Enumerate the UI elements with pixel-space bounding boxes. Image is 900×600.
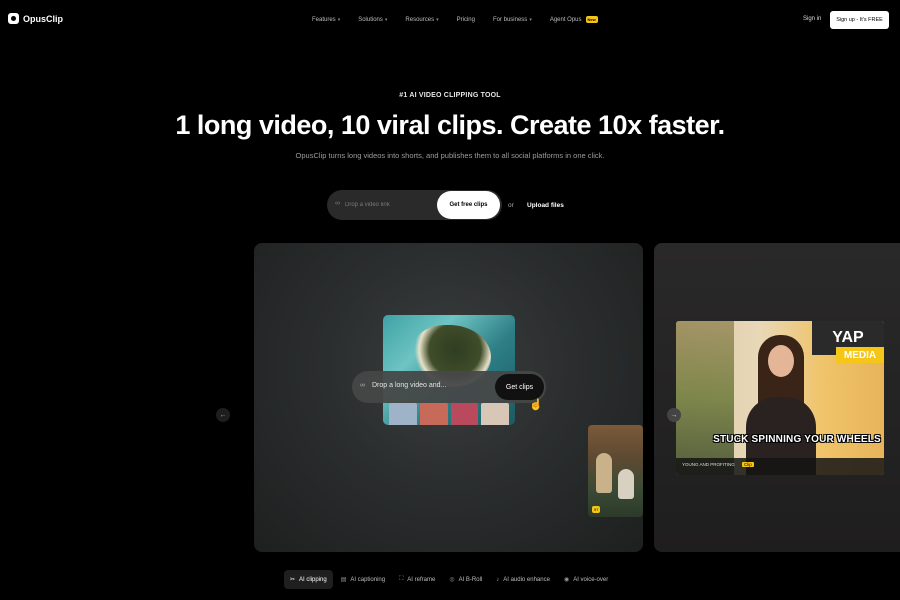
upload-files-link[interactable]: Upload files [527, 202, 564, 209]
audio-icon: ♪ [496, 576, 500, 583]
link-icon: ∞ [335, 200, 340, 207]
carousel-prev-button[interactable]: ← [216, 408, 230, 422]
or-separator: or [508, 202, 514, 209]
arrow-right-icon: → [670, 411, 678, 419]
tab-ai-b-roll[interactable]: ◎ AI B-Roll [443, 570, 488, 589]
arrow-left-icon: ← [219, 411, 227, 419]
video-caption: STUCK SPINNING YOUR WHEELS [713, 434, 881, 445]
side-clip-preview: 97 [588, 425, 643, 517]
nav-link-agent-opus[interactable]: Agent Opus New [550, 16, 598, 23]
hero-subhead: OpusClip turns long videos into shorts, … [295, 151, 605, 160]
chevron-down-icon: ▾ [436, 16, 439, 23]
broll-icon: ◎ [449, 577, 455, 583]
drop-video-bar: ∞ Drop a long video and... Get clips [352, 371, 546, 403]
hero-headline: 1 long video, 10 viral clips. Create 10x… [175, 110, 725, 140]
nav-link-label: Pricing [456, 16, 475, 23]
media-sign: MEDIA [836, 347, 884, 363]
top-nav: OpusClip Features ▾ Solutions ▾ Resources ▾… [0, 0, 900, 40]
tab-label: AI audio enhance [503, 576, 550, 583]
speaker-face [768, 345, 794, 377]
logo[interactable]: OpusClip [8, 13, 63, 24]
video-link-input[interactable] [345, 198, 435, 212]
tab-label: AI reframe [407, 576, 436, 583]
scissors-icon: ✂ [290, 577, 296, 583]
nav-link-label: Agent Opus [549, 16, 582, 23]
get-free-clips-button[interactable]: Get free clips [437, 191, 500, 219]
nav-link-for-business[interactable]: For business ▾ [493, 16, 532, 23]
logo-text: OpusClip [23, 13, 63, 24]
clip-thumbnail [389, 403, 417, 425]
clip-thumbnail [481, 403, 509, 425]
nav-links: Features ▾ Solutions ▾ Resources ▾ Pricing … [312, 16, 616, 23]
tab-ai-clipping[interactable]: ✂ AI clipping [284, 570, 333, 589]
hand-cursor-icon: ☝ [529, 399, 543, 411]
reframe-icon: ⛶ [399, 576, 404, 582]
tab-label: AI voice-over [573, 576, 609, 583]
caption-subtitle: YOUNG AND PROFITING [682, 462, 735, 467]
tab-ai-reframe[interactable]: ⛶ AI reframe [393, 570, 441, 589]
nav-link-pricing[interactable]: Pricing [457, 16, 475, 23]
nav-link-features[interactable]: Features ▾ [312, 16, 340, 23]
link-icon: ∞ [360, 382, 365, 389]
tab-ai-audio-enhance[interactable]: ♪ AI audio enhance [490, 570, 556, 589]
tab-ai-voice-over[interactable]: ◉ AI voice-over [558, 570, 614, 589]
captions-icon: ▤ [340, 577, 347, 583]
hero-eyebrow: #1 AI VIDEO CLIPPING TOOL [399, 92, 501, 99]
drop-video-text: Drop a long video and... [372, 382, 447, 389]
showcase-next-panel: YAP MEDIA STUCK SPINNING YOUR WHEELS YOU… [654, 243, 900, 552]
voice-icon: ◉ [563, 577, 570, 583]
person-figure [596, 453, 612, 493]
tab-label: AI clipping [299, 576, 327, 583]
showcase-main-panel: ∞ Drop a long video and... Get clips ☝ 9… [254, 243, 643, 552]
chevron-down-icon: ▾ [529, 16, 532, 23]
opusclip-logo-icon [8, 13, 19, 24]
clip-thumbnail [450, 403, 479, 425]
tab-label: AI captioning [350, 576, 386, 583]
nav-link-label: Features [312, 16, 336, 23]
clip-thumbnail [419, 403, 448, 425]
nav-link-resources[interactable]: Resources ▾ [405, 16, 438, 23]
yap-video-frame: YAP MEDIA STUCK SPINNING YOUR WHEELS YOU… [676, 321, 884, 475]
carousel-next-button[interactable]: → [667, 408, 681, 422]
chevron-down-icon: ▾ [337, 16, 341, 23]
nav-link-label: For business [492, 16, 528, 23]
sign-up-button[interactable]: Sign up - It's FREE [830, 11, 889, 29]
video-link-form: ∞ Get free clips [327, 190, 502, 220]
virality-score-badge: 97 [592, 506, 601, 513]
nav-link-solutions[interactable]: Solutions ▾ [358, 16, 387, 23]
feature-tabs: ✂ AI clipping ▤ AI captioning ⛶ AI reframe … [284, 570, 614, 589]
clip-thumbnails-strip [389, 403, 509, 425]
plant-background [676, 321, 734, 475]
sign-in-link[interactable]: Sign in [803, 16, 821, 22]
tab-ai-captioning[interactable]: ▤ AI captioning [335, 570, 391, 589]
caption-badge: Clip [742, 462, 754, 467]
nav-link-label: Resources [405, 16, 435, 23]
caption-bar: YOUNG AND PROFITING Clip [676, 458, 884, 475]
nav-link-label: Solutions [358, 16, 383, 23]
island-video-thumbnail [383, 315, 515, 425]
chevron-down-icon: ▾ [384, 16, 388, 23]
get-clips-button[interactable]: Get clips [495, 374, 544, 400]
person-figure [618, 469, 634, 499]
new-badge: New [585, 16, 598, 23]
tab-label: AI B-Roll [458, 576, 483, 583]
